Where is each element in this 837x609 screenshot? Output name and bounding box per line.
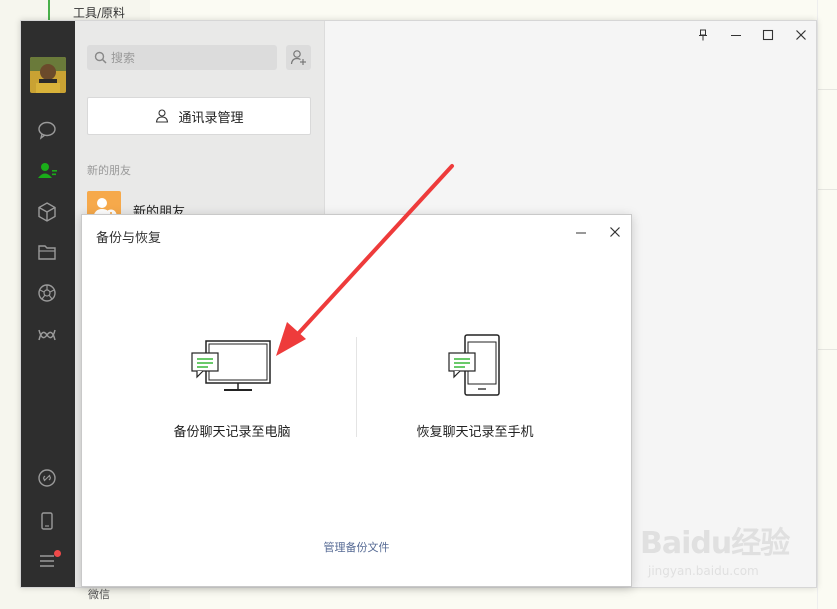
add-contact-button[interactable]: [286, 45, 311, 70]
minimize-icon: [731, 35, 741, 36]
baidu-watermark: Baidu经验 jingyan.baidu.com: [640, 518, 800, 588]
background-heading: 工具/原料: [73, 6, 126, 20]
mini-program-icon[interactable]: [36, 324, 58, 346]
watermark-url: jingyan.baidu.com: [648, 564, 759, 578]
background-footer-text: 微信: [88, 588, 110, 601]
dialog-minimize-button[interactable]: [572, 223, 590, 241]
close-icon: [796, 30, 806, 40]
dialog-title: 备份与恢复: [96, 231, 162, 246]
minimize-icon: [576, 232, 586, 234]
background-divider: [818, 349, 837, 350]
background-divider: [818, 89, 837, 90]
contacts-manage-button[interactable]: 通讯录管理: [87, 97, 311, 135]
search-input[interactable]: [111, 48, 271, 67]
background-divider: [818, 189, 837, 190]
minimize-button[interactable]: [725, 25, 747, 45]
nav-sidebar: [21, 21, 75, 587]
avatar[interactable]: [30, 57, 66, 93]
close-icon: [610, 227, 620, 237]
moments-icon[interactable]: [36, 282, 58, 304]
chat-icon[interactable]: [36, 119, 58, 141]
favorites-icon[interactable]: [36, 201, 58, 223]
person-icon: [156, 109, 169, 123]
search-box[interactable]: [87, 45, 277, 70]
new-friends-section-label: 新的朋友: [87, 164, 131, 177]
backup-option-label: 备份聊天记录至电脑: [173, 425, 291, 440]
search-icon: [94, 51, 107, 64]
link-icon[interactable]: [36, 467, 58, 489]
restore-option-label: 恢复聊天记录至手机: [416, 425, 534, 440]
contacts-icon[interactable]: [36, 160, 58, 182]
notification-dot: [54, 550, 61, 557]
add-contact-icon: [290, 50, 306, 65]
backup-restore-dialog: 备份与恢复 备份聊天记录至电脑 恢复聊天记录至手机 管理备份文件: [81, 214, 632, 587]
backup-to-pc-option[interactable]: 备份聊天记录至电脑: [112, 315, 352, 445]
background-page-right: [817, 0, 837, 609]
maximize-button[interactable]: [757, 25, 779, 45]
computer-icon: [191, 340, 271, 391]
restore-to-phone-option[interactable]: 恢复聊天记录至手机: [355, 315, 595, 445]
maximize-icon: [762, 29, 774, 41]
phone-icon[interactable]: [36, 510, 58, 532]
dialog-close-button[interactable]: [606, 223, 624, 241]
pin-icon: [699, 29, 707, 41]
pin-button[interactable]: [692, 25, 714, 45]
close-button[interactable]: [790, 25, 812, 45]
watermark-logo: Baidu经验: [640, 526, 790, 561]
background-accent-line: [48, 0, 50, 20]
manage-backup-files-link[interactable]: 管理备份文件: [82, 539, 631, 555]
contacts-manage-label: 通讯录管理: [178, 110, 244, 126]
phone-icon: [448, 334, 500, 396]
files-icon[interactable]: [36, 241, 58, 263]
